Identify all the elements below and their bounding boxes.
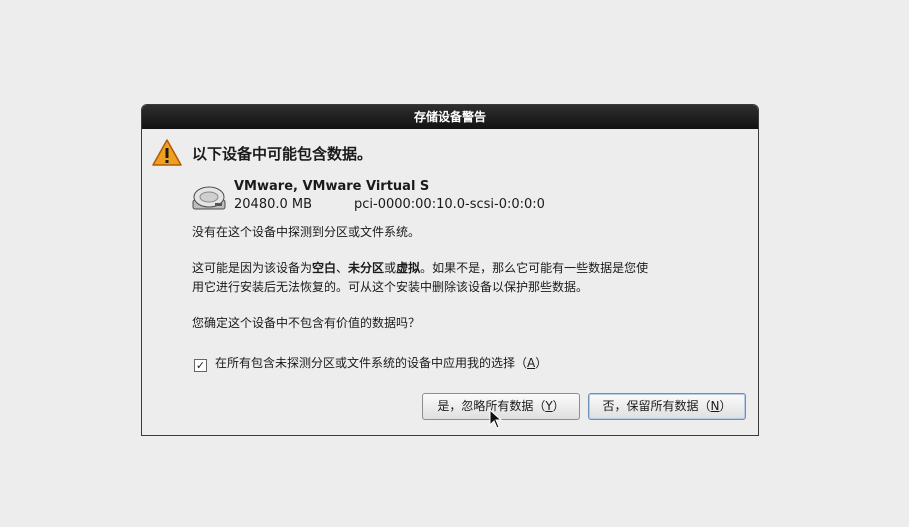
confirm-question: 您确定这个设备中不包含有价值的数据吗？ [192,316,421,330]
mouse-pointer-icon [489,409,502,429]
dialog-heading: 以下设备中可能包含数据。 [192,145,373,163]
keep-all-data-button[interactable]: 否，保留所有数据（N） [588,393,746,420]
reason-sep: 、 [336,261,349,275]
reason-virtual: 虚拟 [396,261,421,275]
apply-to-all-row[interactable]: ✓ 在所有包含未探测分区或文件系统的设备中应用我的选择（A） [194,354,547,372]
apply-to-all-checkbox[interactable]: ✓ [194,359,207,372]
warning-icon [152,139,182,166]
apply-to-all-label: 在所有包含未探测分区或文件系统的设备中应用我的选择（A） [215,356,548,370]
dialog-title: 存储设备警告 [142,105,758,129]
reason-or: 或 [384,261,397,275]
no-partition-message: 没有在这个设备中探测到分区或文件系统。 [192,225,421,239]
storage-warning-dialog: 存储设备警告 以下设备中可能包含数据。 VMware, VMware Virtu… [141,104,759,436]
reason-text-line2: 用它进行安装后无法恢复的。可从这个安装中删除该设备以保护那些数据。 [192,280,589,294]
device-path: pci-0000:00:10.0-scsi-0:0:0:0 [354,197,545,212]
reason-blank: 空白 [312,261,337,275]
hard-disk-icon [192,186,226,210]
device-name: VMware, VMware Virtual S [234,179,430,194]
reason-message: 这可能是因为该设备为空白、未分区或虚拟。如果不是，那么它可能有一些数据是您使 用… [192,259,648,297]
reason-text-1: 这可能是因为该设备为 [192,261,313,275]
reason-unpartitioned: 未分区 [348,261,385,275]
device-size: 20480.0 MB [234,197,313,212]
reason-text-3: 。如果不是，那么它可能有一些数据是您使 [420,261,649,275]
